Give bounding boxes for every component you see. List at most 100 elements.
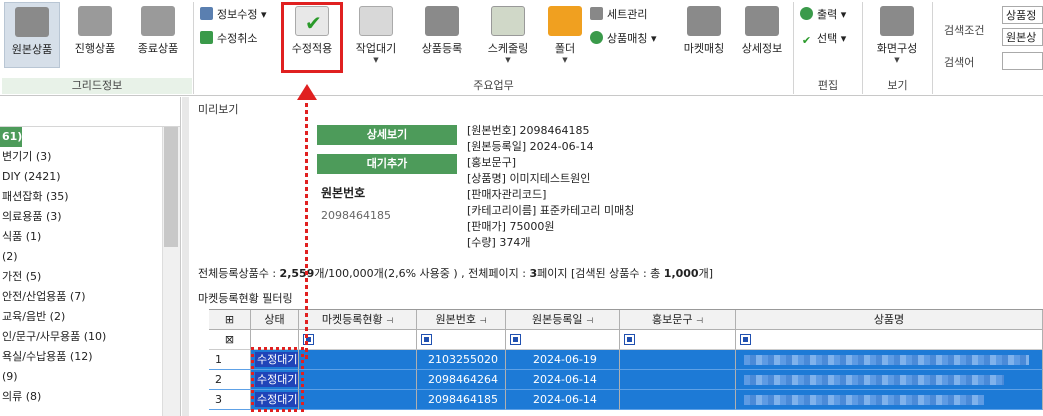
tree-item[interactable]: DIY (2421)	[0, 167, 180, 187]
filter-clear-icon[interactable]: ⊠	[209, 330, 251, 350]
column-header-product-name[interactable]: 상품명	[736, 310, 1043, 330]
tree-item[interactable]: 61)	[0, 127, 23, 147]
grid-header-row: ⊞ 상태 마켓등록현황 ⊣ 원본번호 ⊣ 원본등록일 ⊣ 홍보문구 ⊣ 상품명	[209, 310, 1043, 330]
tree-item[interactable]: 의료용품 (3)	[0, 207, 180, 227]
market-match-button[interactable]: 마켓매칭	[675, 2, 733, 68]
market-cell	[299, 370, 417, 390]
column-header-date[interactable]: 원본등록일 ⊣	[506, 310, 620, 330]
tree-item[interactable]: 식품 (1)	[0, 227, 180, 247]
search-condition-select-2[interactable]: 원본상	[1002, 28, 1043, 46]
briefcase-icon	[15, 7, 49, 37]
product-match-button[interactable]: 상품매칭 ▾	[590, 30, 657, 48]
set-manage-button[interactable]: 세트관리	[590, 6, 647, 24]
row-number: 1	[209, 350, 251, 370]
detail-view-button[interactable]: 상세보기	[317, 125, 457, 145]
table-row[interactable]: 2 수정대기 2098464264 2024-06-14	[209, 370, 1043, 390]
tree-item[interactable]: 욕실/수납용품 (12)	[0, 347, 180, 367]
date-cell: 2024-06-14	[506, 370, 620, 390]
tree-item[interactable]: 가전 (5)	[0, 267, 180, 287]
tree-item[interactable]: 패션잡화 (35)	[0, 187, 180, 207]
tree-item[interactable]: 교육/음반 (2)	[0, 307, 180, 327]
filter-cell[interactable]	[506, 330, 620, 350]
filter-icon[interactable]	[740, 334, 751, 345]
original-no-cell: 2098464185	[417, 390, 506, 410]
output-button[interactable]: 출력 ▾	[800, 6, 846, 24]
edit-cancel-button[interactable]: 수정취소	[200, 30, 257, 48]
scheduling-button[interactable]: 스케줄링 ▼	[478, 2, 538, 68]
promo-cell	[620, 370, 736, 390]
product-register-button[interactable]: 상품등록	[412, 2, 472, 68]
filter-icon[interactable]	[510, 334, 521, 345]
column-header-status[interactable]: 상태	[251, 310, 299, 330]
separator	[862, 2, 863, 94]
main-panel: 미리보기 상세보기 대기추가 원본번호 2098464185 [원본번호] 20…	[190, 97, 1043, 416]
annotation-arrow-line	[305, 96, 308, 362]
column-chooser-icon[interactable]: ⊞	[209, 310, 251, 330]
table-row[interactable]: 1 수정대기 2103255020 2024-06-19	[209, 350, 1043, 370]
date-cell: 2024-06-14	[506, 390, 620, 410]
tree-item[interactable]: 변기기 (3)	[0, 147, 180, 167]
product-name-cell	[736, 350, 1043, 370]
tree-scrollbar-thumb[interactable]	[164, 127, 178, 247]
table-row[interactable]: 3 수정대기 2098464185 2024-06-14	[209, 390, 1043, 410]
original-products-button[interactable]: 원본상품	[4, 2, 60, 68]
pin-icon[interactable]: ⊣	[586, 316, 593, 325]
tree-item[interactable]: 인/문구/사무용품 (10)	[0, 327, 180, 347]
tree-item[interactable]: (2)	[0, 247, 180, 267]
group-edit: 편집	[817, 79, 839, 92]
filter-cell[interactable]	[417, 330, 506, 350]
pin-icon[interactable]: ⊣	[480, 316, 487, 325]
ended-products-button[interactable]: 종료상품	[130, 2, 186, 68]
pin-icon[interactable]: ⊣	[696, 316, 703, 325]
annotation-status-highlight	[251, 347, 304, 412]
filter-icon[interactable]	[421, 334, 432, 345]
work-queue-button[interactable]: 작업대기 ▼	[347, 2, 405, 68]
calendar-icon	[491, 6, 525, 36]
filter-cell[interactable]	[736, 330, 1043, 350]
date-cell: 2024-06-19	[506, 350, 620, 370]
folder-button[interactable]: 폴더 ▼	[544, 2, 586, 68]
filter-icon[interactable]	[624, 334, 635, 345]
active-products-button[interactable]: 진행상품	[66, 2, 124, 68]
group-view: 보기	[887, 79, 908, 92]
output-icon	[800, 7, 813, 20]
detail-info-button[interactable]: 상세정보	[735, 2, 789, 68]
column-header-market[interactable]: 마켓등록현황 ⊣	[299, 310, 417, 330]
check-icon: ✔	[801, 34, 812, 47]
undo-icon	[200, 31, 213, 44]
column-header-original-no[interactable]: 원본번호 ⊣	[417, 310, 506, 330]
match-icon	[590, 31, 603, 44]
blurred-text	[744, 395, 984, 405]
tree-item[interactable]: 안전/산업용품 (7)	[0, 287, 180, 307]
tree-item[interactable]: 의류 (8)	[0, 387, 180, 407]
tree-header	[0, 97, 180, 127]
column-header-promo[interactable]: 홍보문구 ⊣	[620, 310, 736, 330]
category-tree-panel: 61) 변기기 (3) DIY (2421) 패션잡화 (35) 의료용품 (3…	[0, 97, 181, 416]
edit-info-button[interactable]: 정보수정 ▾	[200, 6, 267, 24]
info-line: [상품명] 이미지테스트원인	[467, 172, 591, 185]
screen-layout-button[interactable]: 화면구성 ▼	[868, 2, 926, 68]
add-to-queue-button[interactable]: 대기추가	[317, 154, 457, 174]
pin-icon[interactable]: ⊣	[386, 316, 393, 325]
separator	[793, 2, 794, 94]
info-line: [판매가] 75000원	[467, 220, 555, 233]
briefcase-stop-icon	[141, 6, 175, 36]
promo-cell	[620, 390, 736, 410]
market-filter-label[interactable]: 마켓등록현황 필터링	[198, 290, 293, 306]
search-condition-select[interactable]: 상품정	[1002, 6, 1043, 24]
separator	[193, 2, 194, 94]
separator	[932, 2, 933, 94]
tree-item[interactable]: (9)	[0, 367, 180, 387]
search-keyword-input[interactable]	[1002, 52, 1043, 70]
monitor-info-icon	[745, 6, 779, 36]
original-no-cell: 2103255020	[417, 350, 506, 370]
folder-icon	[548, 6, 582, 36]
filter-cell[interactable]	[620, 330, 736, 350]
original-no-cell: 2098464264	[417, 370, 506, 390]
product-name-cell	[736, 390, 1043, 410]
monitor-icon	[880, 6, 914, 36]
group-main-work: 주요업무	[473, 79, 514, 92]
filter-cell[interactable]	[299, 330, 417, 350]
select-button[interactable]: ✔ 선택 ▾	[800, 30, 846, 48]
panel-splitter[interactable]	[182, 97, 189, 416]
